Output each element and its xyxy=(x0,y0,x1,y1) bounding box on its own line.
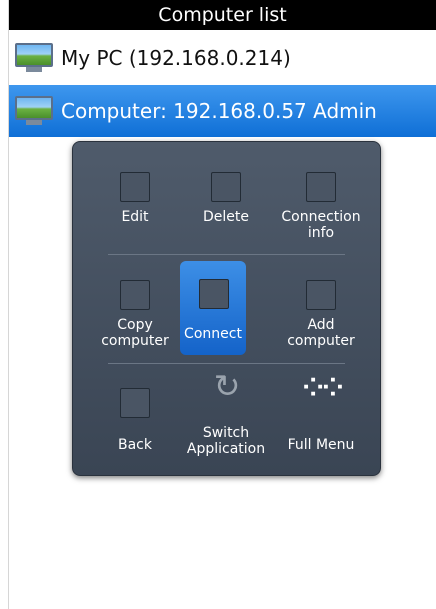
page-title: Computer list xyxy=(158,4,287,26)
back-label: Back xyxy=(118,437,152,453)
computer-icon xyxy=(15,42,53,73)
copy-computer-button[interactable]: Copy computer xyxy=(101,262,169,357)
full-menu-button[interactable]: ⁘⁘ Full Menu xyxy=(288,370,355,465)
switch-icon: ↻ xyxy=(213,367,241,405)
add-computer-label: Add computer xyxy=(287,317,355,349)
divider xyxy=(108,363,345,364)
delete-icon xyxy=(211,172,241,202)
edit-button[interactable]: Edit xyxy=(102,154,168,249)
back-button[interactable]: Back xyxy=(102,370,168,465)
switch-application-label: Switch Application xyxy=(186,425,266,457)
title-bar: Computer list xyxy=(9,0,436,30)
connection-info-button[interactable]: Connection info xyxy=(281,154,361,249)
full-menu-label: Full Menu xyxy=(287,437,355,453)
list-item-selected[interactable]: Computer: 192.168.0.57 Admin xyxy=(9,85,436,137)
switch-application-button[interactable]: ↻ Switch Application xyxy=(187,367,265,465)
blackberry-icon: ⁘⁘ xyxy=(302,373,344,403)
info-icon xyxy=(306,172,336,202)
delete-button[interactable]: Delete xyxy=(193,154,259,249)
list-item[interactable]: My PC (192.168.0.214) xyxy=(9,30,436,85)
edit-label: Edit xyxy=(121,209,149,225)
delete-label: Delete xyxy=(203,209,249,225)
connect-button[interactable]: Connect xyxy=(180,261,246,355)
back-icon xyxy=(120,388,150,418)
connect-icon xyxy=(199,279,229,309)
list-item-label: My PC (192.168.0.214) xyxy=(61,45,291,70)
edit-icon xyxy=(120,172,150,202)
divider xyxy=(108,254,345,255)
left-edge xyxy=(0,0,9,609)
computer-list: My PC (192.168.0.214) Computer: 192.168.… xyxy=(9,30,436,137)
add-computer-button[interactable]: Add computer xyxy=(287,262,355,357)
copy-computer-label: Copy computer xyxy=(101,317,169,349)
list-item-label: Computer: 192.168.0.57 Admin xyxy=(61,99,377,123)
connect-label: Connect xyxy=(184,326,242,342)
add-icon xyxy=(306,280,336,310)
computer-icon xyxy=(15,96,53,126)
context-menu-popup: Edit Delete Connection info Copy compute… xyxy=(72,141,381,476)
connection-info-label: Connection info xyxy=(281,209,361,241)
copy-icon xyxy=(120,280,150,310)
screen: Computer list My PC (192.168.0.214) Comp… xyxy=(0,0,436,609)
